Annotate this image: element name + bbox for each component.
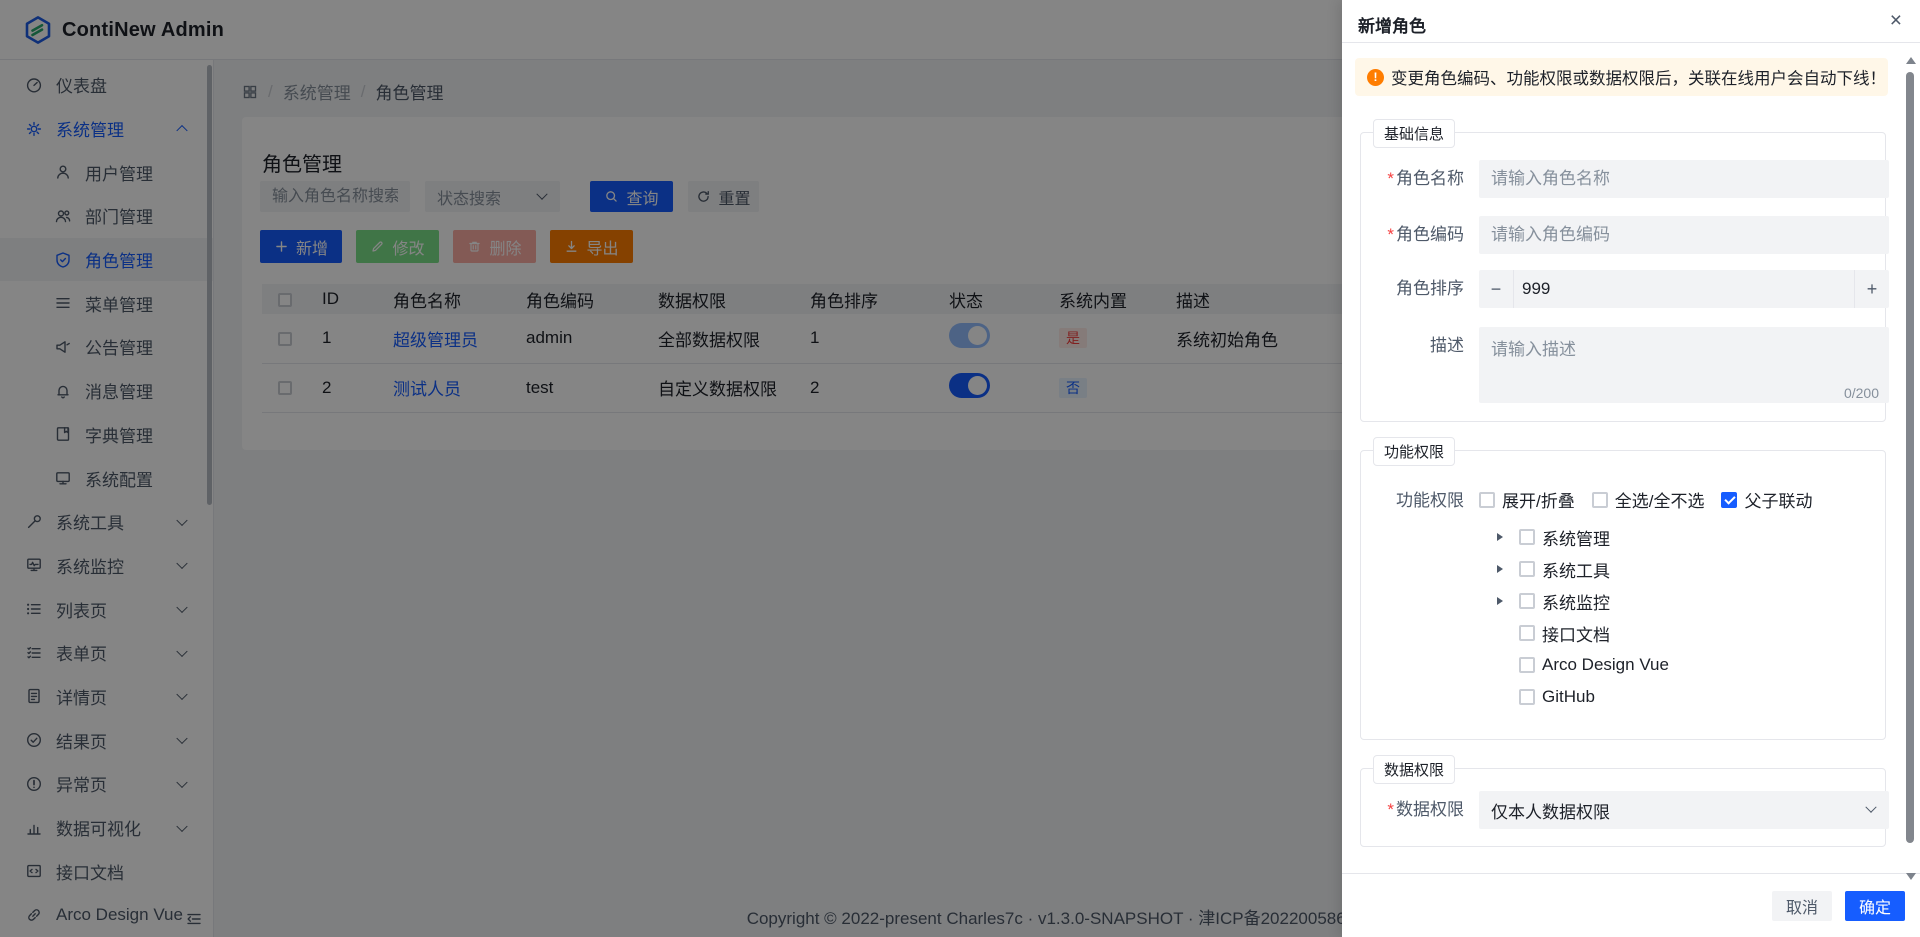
close-icon[interactable]: × [1890, 9, 1902, 33]
required-asterisk: * [1387, 225, 1394, 244]
data-permission-section: 数据权限 *数据权限 仅本人数据权限 [1360, 768, 1886, 847]
perm-option-label: 展开/折叠 [1502, 487, 1575, 512]
tree-node-label: GitHub [1542, 687, 1595, 707]
permission-tree: 系统管理系统工具系统监控接口文档 Arco Design Vue GitHub [1497, 521, 1669, 713]
role-sort-stepper: − 999 + [1479, 270, 1889, 308]
perm-option[interactable]: 展开/折叠 [1479, 487, 1575, 512]
confirm-button[interactable]: 确定 [1845, 891, 1905, 921]
data-permission-label: 数据权限 [1396, 800, 1464, 819]
role-name-input[interactable] [1479, 160, 1889, 198]
char-counter: 0/200 [1844, 385, 1879, 401]
checkbox-icon[interactable] [1519, 593, 1535, 609]
scroll-down-arrow[interactable] [1906, 873, 1916, 880]
data-permission-legend: 数据权限 [1373, 755, 1455, 784]
perm-option[interactable]: 全选/全不选 [1592, 487, 1705, 512]
basic-info-legend: 基础信息 [1373, 119, 1455, 148]
cancel-button[interactable]: 取消 [1772, 891, 1832, 921]
stepper-plus-button[interactable]: + [1854, 270, 1889, 308]
tree-expand-icon[interactable] [1497, 565, 1519, 573]
tree-node-label: 系统管理 [1542, 525, 1610, 550]
perm-option-label: 父子联动 [1744, 487, 1812, 512]
tree-node[interactable]: 系统工具 [1497, 553, 1669, 585]
checkbox-icon[interactable] [1519, 625, 1535, 641]
role-sort-value[interactable]: 999 [1514, 270, 1854, 308]
checkbox-icon[interactable] [1519, 529, 1535, 545]
data-permission-value: 仅本人数据权限 [1491, 798, 1610, 823]
chevron-down-icon [1865, 802, 1876, 813]
tree-node-label: 接口文档 [1542, 621, 1610, 646]
checkbox-icon[interactable] [1519, 657, 1535, 673]
warning-alert: ! 变更角色编码、功能权限或数据权限后，关联在线用户会自动下线！ [1355, 58, 1888, 96]
tree-node-label: Arco Design Vue [1542, 655, 1669, 675]
tree-node[interactable]: 系统管理 [1497, 521, 1669, 553]
description-textarea[interactable] [1479, 327, 1889, 403]
basic-info-section: 基础信息 *角色名称 *角色编码 角色排序 − 999 + 描述 [1360, 132, 1886, 422]
data-permission-select[interactable]: 仅本人数据权限 [1479, 791, 1889, 829]
tree-expand-icon [1497, 693, 1519, 701]
role-code-label: 角色编码 [1396, 225, 1464, 244]
function-permission-label: 功能权限 [1361, 487, 1464, 515]
checkbox-icon[interactable] [1592, 492, 1608, 508]
stepper-minus-button[interactable]: − [1479, 270, 1514, 308]
tree-expand-icon [1497, 661, 1519, 669]
function-permission-section: 功能权限 功能权限 展开/折叠全选/全不选父子联动 系统管理系统工具系统监控接口… [1360, 450, 1886, 740]
drawer-header: 新增角色 × [1342, 0, 1920, 43]
warning-icon: ! [1367, 69, 1384, 86]
scroll-up-arrow[interactable] [1906, 57, 1916, 64]
tree-node-label: 系统监控 [1542, 589, 1610, 614]
tree-node[interactable]: 接口文档 [1497, 617, 1669, 649]
role-code-input[interactable] [1479, 216, 1889, 254]
tree-node[interactable]: GitHub [1497, 681, 1669, 713]
role-name-label: 角色名称 [1396, 169, 1464, 188]
checkbox-icon[interactable] [1721, 492, 1737, 508]
drawer-footer: 取消 确定 [1342, 873, 1920, 937]
tree-node[interactable]: Arco Design Vue [1497, 649, 1669, 681]
tree-expand-icon [1497, 629, 1519, 637]
checkbox-icon[interactable] [1519, 561, 1535, 577]
tree-expand-icon[interactable] [1497, 597, 1519, 605]
checkbox-icon[interactable] [1519, 689, 1535, 705]
scrollbar-thumb[interactable] [1906, 72, 1914, 843]
checkbox-icon[interactable] [1479, 492, 1495, 508]
tree-node[interactable]: 系统监控 [1497, 585, 1669, 617]
function-permission-legend: 功能权限 [1373, 437, 1455, 466]
required-asterisk: * [1387, 800, 1394, 819]
drawer-title: 新增角色 [1358, 12, 1426, 37]
tree-node-label: 系统工具 [1542, 557, 1610, 582]
required-asterisk: * [1387, 169, 1394, 188]
tree-expand-icon[interactable] [1497, 533, 1519, 541]
role-sort-label: 角色排序 [1361, 270, 1464, 308]
description-label: 描述 [1361, 327, 1464, 365]
warning-alert-text: 变更角色编码、功能权限或数据权限后，关联在线用户会自动下线！ [1391, 65, 1886, 89]
perm-option-label: 全选/全不选 [1615, 487, 1705, 512]
perm-option[interactable]: 父子联动 [1721, 487, 1812, 512]
add-role-drawer: 新增角色 × ! 变更角色编码、功能权限或数据权限后，关联在线用户会自动下线！ … [1342, 0, 1920, 937]
drawer-scrollbar [1905, 50, 1915, 872]
